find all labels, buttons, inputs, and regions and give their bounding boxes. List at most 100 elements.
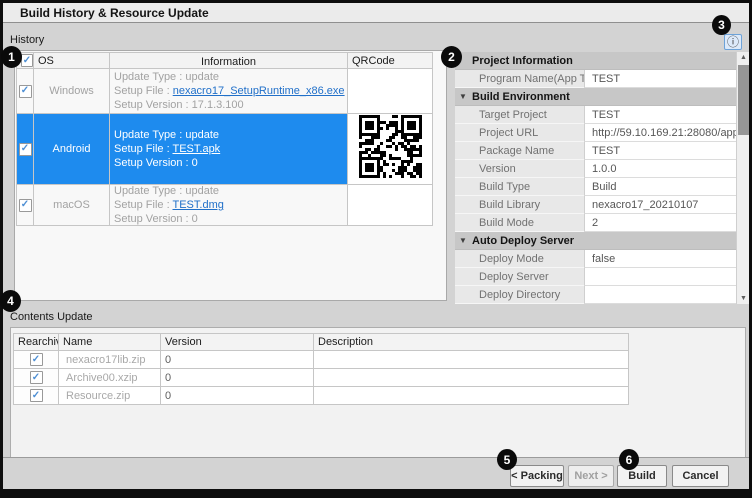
rearchive-checkbox[interactable]: ✓ xyxy=(30,371,43,384)
history-info-text: Setup File : xyxy=(114,143,173,155)
history-select-all-checkbox[interactable]: ✓ xyxy=(21,54,33,67)
property-label: Deploy Directory xyxy=(472,286,584,304)
description-cell xyxy=(314,387,629,405)
history-grid: ✓OSInformationQRCode✓WindowsUpdate Type … xyxy=(16,52,433,226)
property-row: Build Librarynexacro17_20210107 xyxy=(455,196,736,214)
history-os-cell: Android xyxy=(34,114,110,185)
contents-row[interactable]: ✓nexacro17lib.zip0 xyxy=(13,351,629,369)
history-information-cell: Update Type : updateSetup File : TEST.ap… xyxy=(110,114,348,185)
property-value[interactable] xyxy=(584,286,736,304)
property-gutter xyxy=(455,214,472,232)
description-cell xyxy=(314,351,629,369)
history-row-android[interactable]: ✓AndroidUpdate Type : updateSetup File :… xyxy=(16,114,433,185)
property-value[interactable] xyxy=(584,268,736,286)
property-value[interactable]: nexacro17_20210107 xyxy=(584,196,736,214)
scroll-up-arrow-icon[interactable]: ▲ xyxy=(737,52,749,63)
history-info-line: Setup Version : 17.1.3.100 xyxy=(114,98,343,112)
contents-header-row: RearchiveNameVersionDescription xyxy=(13,333,629,351)
property-group-project-information[interactable]: Project Information xyxy=(455,52,736,70)
next-button[interactable]: Next > xyxy=(568,465,614,487)
collapse-arrow-icon[interactable]: ▼ xyxy=(459,92,467,101)
history-info-line: Setup File : TEST.dmg xyxy=(114,198,343,212)
contents-row[interactable]: ✓Resource.zip0 xyxy=(13,387,629,405)
callout-badge-3: 3 xyxy=(712,15,731,35)
packing-button[interactable]: < Packing xyxy=(510,465,564,487)
property-row: Package NameTEST xyxy=(455,142,736,160)
property-gutter xyxy=(455,250,472,268)
cancel-button[interactable]: Cancel xyxy=(672,465,729,487)
property-row: Project URLhttp://59.10.169.21:28080/app… xyxy=(455,124,736,142)
property-group-build-environment[interactable]: ▼Build Environment xyxy=(455,88,736,106)
property-value[interactable]: Build xyxy=(584,178,736,196)
history-qrcode-cell xyxy=(348,185,433,226)
history-qrcode-cell xyxy=(348,69,433,114)
property-value[interactable]: false xyxy=(584,250,736,268)
history-info-line: Setup Version : 0 xyxy=(114,156,343,170)
property-grid: Project Information Program Name(App Titl… xyxy=(455,52,736,304)
setup-file-link[interactable]: TEST.dmg xyxy=(173,199,224,211)
name-cell: Archive00.xzip xyxy=(59,369,161,387)
history-info-text: Setup Version : 17.1.3.100 xyxy=(114,99,244,111)
project-information-panel: Project Information Program Name(App Titl… xyxy=(455,50,749,308)
callout-badge-1: 1 xyxy=(1,46,22,68)
history-info-line: Update Type : update xyxy=(114,70,343,84)
rearchive-checkbox[interactable]: ✓ xyxy=(30,353,43,366)
property-row: Build Mode2 xyxy=(455,214,736,232)
collapse-arrow-icon[interactable]: ▼ xyxy=(459,236,467,245)
property-gutter xyxy=(455,70,472,88)
scroll-down-arrow-icon[interactable]: ▼ xyxy=(737,293,749,304)
name-cell: nexacro17lib.zip xyxy=(59,351,161,369)
history-row-macos[interactable]: ✓macOSUpdate Type : updateSetup File : T… xyxy=(16,185,433,226)
version-cell: 0 xyxy=(161,387,314,405)
contents-column-header: Version xyxy=(161,333,314,351)
property-value[interactable]: TEST xyxy=(584,106,736,124)
property-value[interactable]: 1.0.0 xyxy=(584,160,736,178)
history-qrcode-cell xyxy=(348,114,433,185)
property-scrollbar[interactable]: ▲ ▼ xyxy=(736,52,749,304)
property-value[interactable]: http://59.10.169.21:28080/appbuil xyxy=(584,124,736,142)
history-info-text: Update Type : update xyxy=(114,185,219,197)
property-value[interactable]: TEST xyxy=(584,70,736,88)
history-row-checkbox[interactable]: ✓ xyxy=(19,143,32,156)
property-group-auto-deploy-server[interactable]: ▼Auto Deploy Server xyxy=(455,232,736,250)
property-row: Version1.0.0 xyxy=(455,160,736,178)
history-checkbox-cell: ✓ xyxy=(16,185,34,226)
scrollbar-thumb[interactable] xyxy=(738,65,749,135)
contents-row[interactable]: ✓Archive00.xzip0 xyxy=(13,369,629,387)
history-information-cell: Update Type : updateSetup File : TEST.dm… xyxy=(110,185,348,226)
qr-code-image xyxy=(359,115,422,183)
rearchive-checkbox[interactable]: ✓ xyxy=(30,389,43,402)
property-label: Program Name(App Title) xyxy=(472,70,584,88)
property-gutter xyxy=(455,268,472,286)
property-value[interactable]: 2 xyxy=(584,214,736,232)
history-os-cell: Windows xyxy=(34,69,110,114)
history-info-text: Setup Version : 0 xyxy=(114,157,198,169)
callout-badge-4: 4 xyxy=(0,290,21,312)
info-button[interactable]: ⓘ xyxy=(724,34,742,50)
history-column-header: OS xyxy=(34,52,110,69)
property-label: Version xyxy=(472,160,584,178)
property-group-label: Project Information xyxy=(455,55,573,67)
contents-column-header: Name xyxy=(59,333,161,351)
setup-file-link[interactable]: TEST.apk xyxy=(173,143,221,155)
dialog-titlebar[interactable]: Build History & Resource Update xyxy=(3,3,749,23)
build-history-dialog: Build History & Resource Update History … xyxy=(0,0,752,498)
history-column-header: Information xyxy=(110,52,348,69)
history-checkbox-cell: ✓ xyxy=(16,69,34,114)
property-value[interactable]: TEST xyxy=(584,142,736,160)
history-header-row: ✓OSInformationQRCode xyxy=(16,52,433,69)
rearchive-cell: ✓ xyxy=(13,387,59,405)
history-row-windows[interactable]: ✓WindowsUpdate Type : updateSetup File :… xyxy=(16,69,433,114)
property-group-label: Auto Deploy Server xyxy=(455,235,574,247)
history-info-text: Update Type : update xyxy=(114,71,219,83)
callout-badge-6: 6 xyxy=(619,449,639,470)
callout-badge-2: 2 xyxy=(441,46,462,68)
callout-badge-5: 5 xyxy=(497,449,517,470)
history-panel: ✓OSInformationQRCode✓WindowsUpdate Type … xyxy=(14,50,447,301)
property-label: Deploy Mode xyxy=(472,250,584,268)
history-row-checkbox[interactable]: ✓ xyxy=(19,85,32,98)
property-gutter xyxy=(455,124,472,142)
rearchive-cell: ✓ xyxy=(13,351,59,369)
setup-file-link[interactable]: nexacro17_SetupRuntime_x86.exe xyxy=(173,85,345,97)
history-row-checkbox[interactable]: ✓ xyxy=(19,199,32,212)
